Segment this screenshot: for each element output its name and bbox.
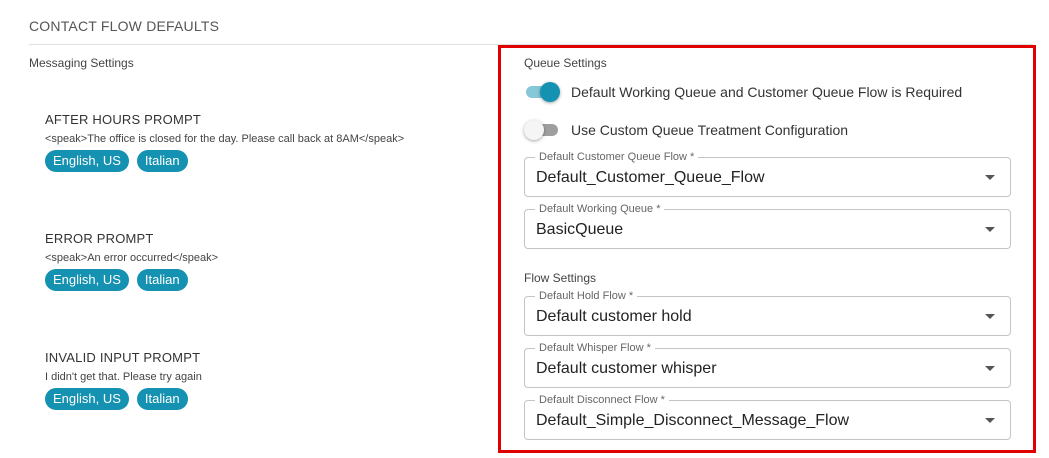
chevron-down-icon[interactable] bbox=[985, 314, 995, 319]
required-toggle-row[interactable]: Default Working Queue and Customer Queue… bbox=[524, 82, 962, 102]
messaging-settings-label: Messaging Settings bbox=[29, 56, 134, 70]
field-value: Default_Customer_Queue_Flow bbox=[536, 169, 765, 186]
field-label: Default Hold Flow * bbox=[535, 290, 638, 302]
field-label: Default Whisper Flow * bbox=[535, 342, 655, 354]
field-label: Default Customer Queue Flow * bbox=[535, 151, 699, 163]
after-hours-prompt: AFTER HOURS PROMPT <speak>The office is … bbox=[45, 112, 404, 172]
required-toggle-label: Default Working Queue and Customer Queue… bbox=[571, 84, 963, 100]
disconnect-flow-select[interactable]: Default Disconnect Flow * Default_Simple… bbox=[524, 394, 1011, 440]
hold-flow-select[interactable]: Default Hold Flow * Default customer hol… bbox=[524, 290, 1011, 336]
custom-treatment-toggle-switch[interactable] bbox=[524, 120, 560, 140]
prompt-title: ERROR PROMPT bbox=[45, 231, 154, 246]
field-label: Default Disconnect Flow * bbox=[535, 394, 669, 406]
custom-treatment-toggle-label: Use Custom Queue Treatment Configuration bbox=[571, 122, 849, 138]
chevron-down-icon[interactable] bbox=[985, 227, 995, 232]
field-value: Default customer hold bbox=[536, 308, 692, 325]
language-chips: English, US Italian bbox=[45, 269, 218, 291]
field-value: Default_Simple_Disconnect_Message_Flow bbox=[536, 412, 850, 429]
prompt-title: INVALID INPUT PROMPT bbox=[45, 350, 201, 365]
prompt-text: <speak>The office is closed for the day.… bbox=[45, 133, 405, 145]
working-queue-select[interactable]: Default Working Queue * BasicQueue bbox=[524, 203, 1011, 249]
language-chip-italian[interactable]: Italian bbox=[136, 150, 188, 172]
required-toggle-switch[interactable] bbox=[524, 82, 560, 102]
language-chips: English, US Italian bbox=[45, 150, 404, 172]
language-chip-italian[interactable]: Italian bbox=[136, 388, 188, 410]
invalid-input-prompt: INVALID INPUT PROMPT I didn't get that. … bbox=[45, 350, 202, 410]
flow-settings-label: Flow Settings bbox=[524, 271, 597, 285]
language-chip-english-us[interactable]: English, US bbox=[45, 269, 129, 291]
language-chips: English, US Italian bbox=[45, 388, 202, 410]
chevron-down-icon[interactable] bbox=[985, 366, 995, 371]
field-label: Default Working Queue * bbox=[535, 203, 665, 215]
page-title: CONTACT FLOW DEFAULTS bbox=[29, 18, 220, 34]
field-value: Default customer whisper bbox=[536, 360, 717, 377]
whisper-flow-select[interactable]: Default Whisper Flow * Default customer … bbox=[524, 342, 1011, 388]
queue-flow-settings-panel bbox=[498, 45, 1036, 453]
field-value: BasicQueue bbox=[536, 221, 624, 238]
prompt-text: I didn't get that. Please try again bbox=[45, 371, 202, 383]
switch-thumb bbox=[524, 120, 544, 140]
language-chip-english-us[interactable]: English, US bbox=[45, 388, 129, 410]
chevron-down-icon[interactable] bbox=[985, 418, 995, 423]
language-chip-english-us[interactable]: English, US bbox=[45, 150, 129, 172]
prompt-title: AFTER HOURS PROMPT bbox=[45, 112, 201, 127]
error-prompt: ERROR PROMPT <speak>An error occurred</s… bbox=[45, 231, 218, 291]
queue-settings-label: Queue Settings bbox=[524, 56, 607, 70]
customer-queue-flow-select[interactable]: Default Customer Queue Flow * Default_Cu… bbox=[524, 151, 1011, 197]
custom-treatment-toggle-row[interactable]: Use Custom Queue Treatment Configuration bbox=[524, 120, 848, 140]
language-chip-italian[interactable]: Italian bbox=[136, 269, 188, 291]
chevron-down-icon[interactable] bbox=[985, 175, 995, 180]
prompt-text: <speak>An error occurred</speak> bbox=[45, 252, 219, 264]
switch-thumb bbox=[540, 82, 560, 102]
